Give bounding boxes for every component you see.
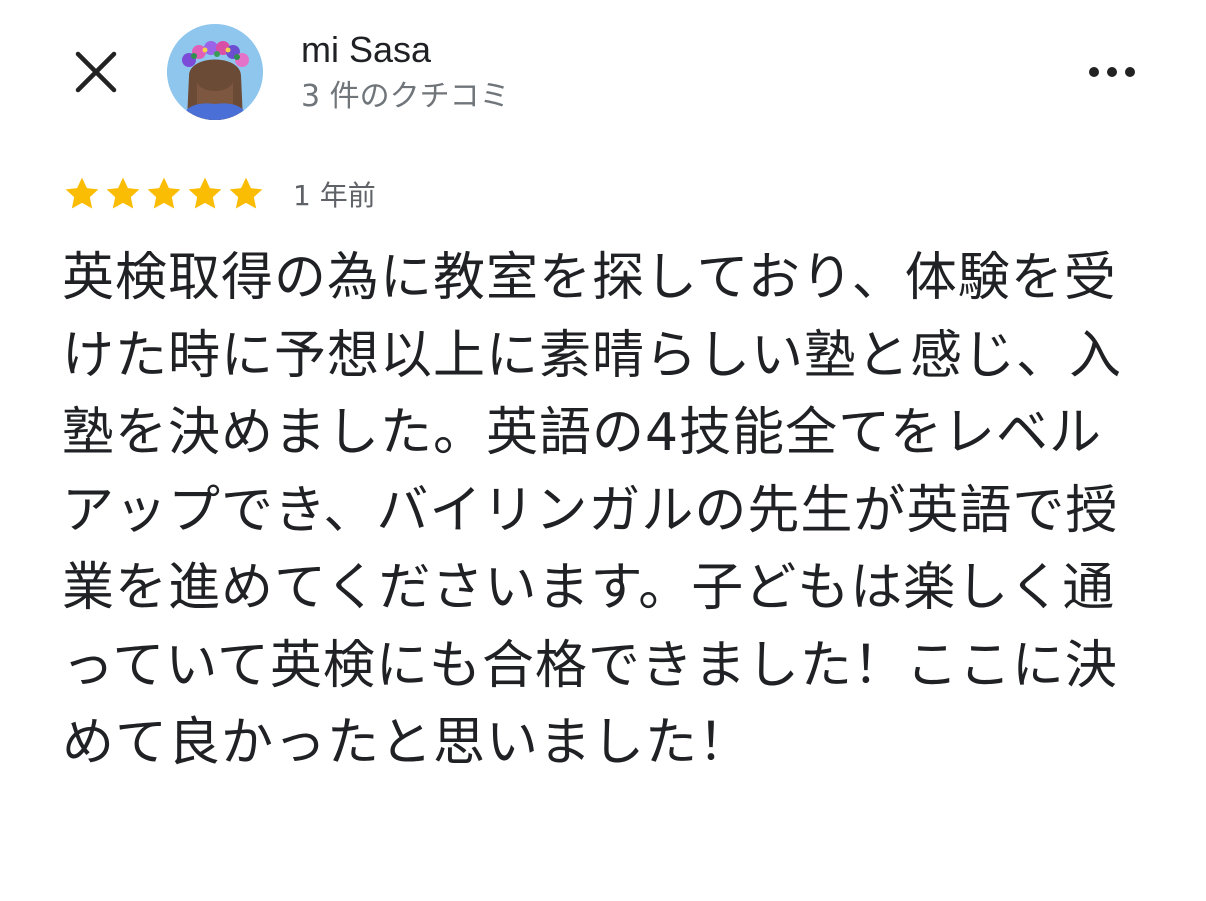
reviewer-name[interactable]: mi Sasa: [301, 28, 431, 72]
star-icon: [229, 177, 263, 209]
star-icon: [188, 177, 222, 209]
user-avatar-icon: [167, 24, 263, 120]
review-date: 1 年前: [293, 179, 376, 212]
star-icon: [106, 177, 140, 209]
more-horizontal-icon: [1089, 67, 1135, 77]
more-options-button[interactable]: [1082, 56, 1142, 88]
review-header: mi Sasa 3 件のクチコミ: [0, 0, 1206, 150]
star-rating: [62, 174, 267, 214]
close-icon: [75, 51, 117, 93]
star-icon: [147, 177, 181, 209]
reviewer-review-count[interactable]: 3 件のクチコミ: [301, 78, 510, 116]
close-button[interactable]: [70, 46, 122, 98]
review-body: 英検取得の為に教室を探しており、体験を受けた時に予想以上に素晴らしい塾と感じ、入…: [62, 248, 1123, 773]
avatar[interactable]: [167, 24, 263, 120]
star-icon: [65, 177, 99, 209]
rating-row: 1 年前: [62, 172, 376, 216]
